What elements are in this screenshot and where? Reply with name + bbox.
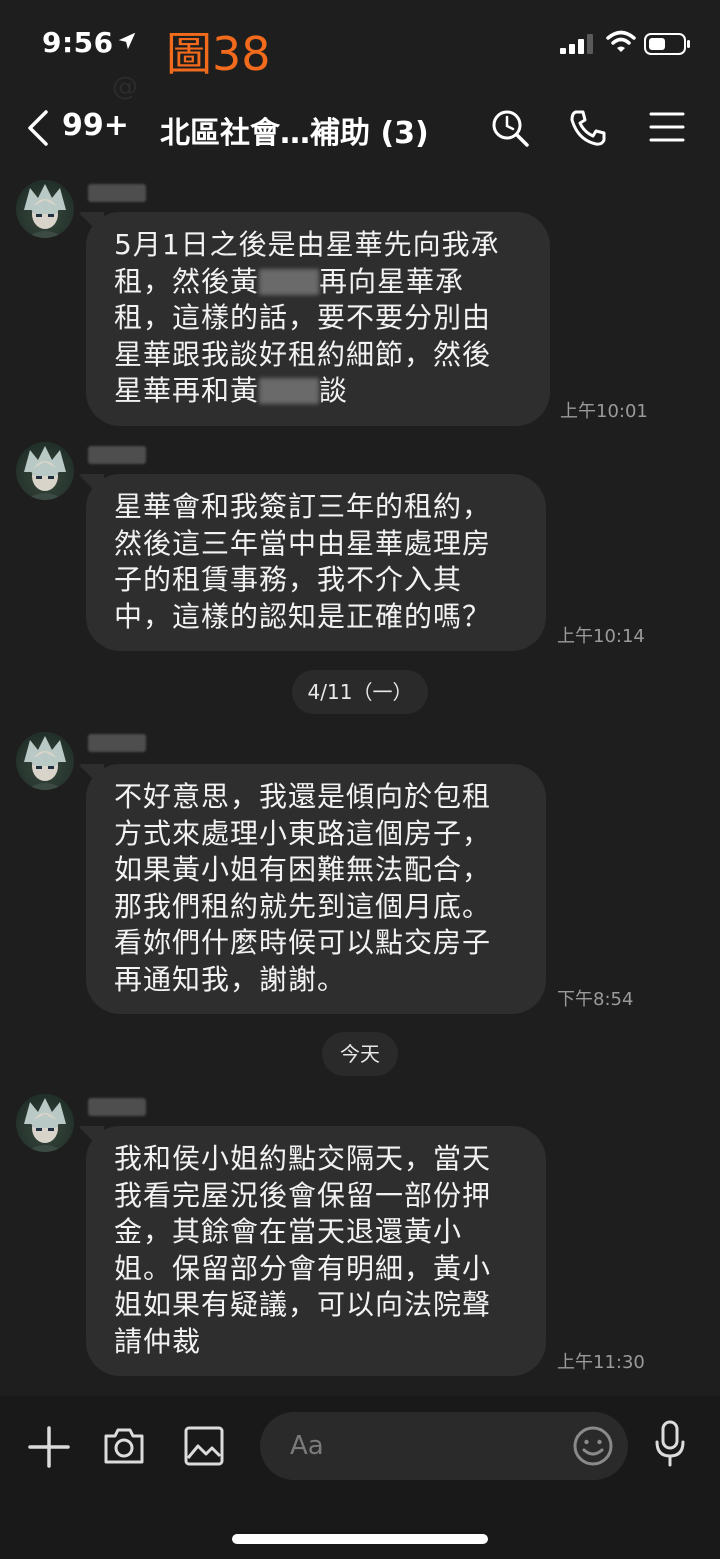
avatar-image — [24, 1098, 66, 1152]
message-time: 上午10:01 — [560, 401, 648, 422]
message-time: 下午8:54 — [557, 989, 634, 1010]
redacted-name — [259, 268, 320, 295]
avatar-image — [24, 736, 66, 790]
search-icon[interactable] — [490, 108, 530, 148]
back-chevron-icon[interactable] — [24, 108, 50, 148]
home-indicator[interactable] — [232, 1534, 488, 1544]
message-bubble[interactable]: 5月1日之後是由星華先向我承 租，然後黃 再向星華承 租，這樣的話，要不要分別由 … — [86, 212, 550, 426]
microphone-icon[interactable] — [654, 1420, 686, 1468]
wifi-icon — [606, 30, 636, 52]
emoji-icon[interactable] — [572, 1425, 614, 1467]
sender-name-redacted — [88, 1098, 146, 1116]
battery-icon — [644, 33, 690, 55]
message-text: 談 — [319, 374, 349, 407]
location-arrow-icon — [118, 32, 136, 50]
message-bubble[interactable]: 星華會和我簽訂三年的租約， 然後這三年當中由星華處理房 子的租賃事務，我不介入其… — [86, 474, 546, 651]
message-bubble[interactable]: 不好意思，我還是傾向於包租 方式來處理小東路這個房子， 如果黃小姐有困難無法配合… — [86, 764, 546, 1014]
date-separator: 今天 — [322, 1032, 398, 1076]
plus-icon[interactable] — [28, 1426, 70, 1468]
message-time: 上午10:14 — [557, 626, 645, 647]
avatar-image — [24, 184, 66, 238]
avatar[interactable] — [16, 732, 74, 790]
avatar[interactable] — [16, 1094, 74, 1152]
message-time: 上午11:30 — [557, 1352, 645, 1373]
menu-icon[interactable] — [648, 110, 686, 144]
phone-icon[interactable] — [568, 108, 608, 148]
status-time: 9:56 — [42, 26, 114, 59]
figure-label: 圖38 — [166, 27, 271, 81]
sender-name-redacted — [88, 184, 146, 202]
redacted-name — [259, 378, 320, 404]
camera-icon[interactable] — [102, 1424, 146, 1468]
chat-title[interactable]: 北區社會…補助 (3) — [160, 108, 429, 152]
image-icon[interactable] — [182, 1424, 226, 1468]
avatar-image — [24, 446, 66, 500]
date-separator: 4/11（一） — [292, 670, 428, 714]
sender-name-redacted — [88, 734, 146, 752]
signal-icon — [560, 34, 593, 54]
sender-name-redacted — [88, 446, 146, 464]
avatar[interactable] — [16, 442, 74, 500]
avatar[interactable] — [16, 180, 74, 238]
ghost-preview-sender: @ — [112, 72, 138, 102]
message-bubble[interactable]: 我和侯小姐約點交隔天，當天 我看完屋況後會保留一部份押 金，其餘會在當天退還黃小… — [86, 1126, 546, 1376]
unread-count[interactable]: 99+ — [62, 108, 129, 143]
